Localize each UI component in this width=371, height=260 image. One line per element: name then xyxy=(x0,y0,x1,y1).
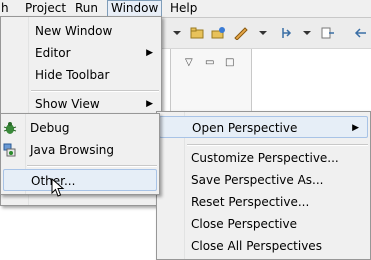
open-perspective-menu: Debug Java Browsing Other... xyxy=(0,113,160,195)
menu-item-save-perspective-as[interactable]: Save Perspective As... xyxy=(157,169,370,191)
menu-help[interactable]: Help xyxy=(167,0,200,17)
dropdown-arrow-icon[interactable] xyxy=(300,26,316,40)
menu-item-customize-perspective[interactable]: Customize Perspective... xyxy=(157,147,370,169)
menu-item-debug[interactable]: Debug xyxy=(1,117,159,139)
debug-icon xyxy=(3,122,17,134)
perspective-menu: Open Perspective ▶ Customize Perspective… xyxy=(156,111,371,260)
menu-item-reset-perspective[interactable]: Reset Perspective... xyxy=(157,191,370,213)
open-type-icon[interactable] xyxy=(210,26,226,40)
dropdown-arrow-icon[interactable] xyxy=(170,26,186,40)
prev-annotation-icon[interactable] xyxy=(320,26,336,40)
menu-project[interactable]: Project xyxy=(22,0,69,17)
menu-item-close-all-perspectives[interactable]: Close All Perspectives xyxy=(157,235,370,257)
view-menu-icon[interactable]: ▽ xyxy=(185,57,193,68)
java-browsing-icon xyxy=(3,143,16,157)
pen-tool-icon[interactable] xyxy=(233,26,249,40)
menu-separator xyxy=(27,165,157,167)
menu-separator xyxy=(31,90,159,92)
submenu-arrow-icon: ▶ xyxy=(146,48,153,58)
menu-item-editor[interactable]: Editor ▶ xyxy=(1,42,161,64)
menu-run[interactable]: Run xyxy=(72,0,101,17)
submenu-arrow-icon: ▶ xyxy=(352,123,359,133)
menu-search[interactable]: h xyxy=(0,0,12,17)
menu-item-other[interactable]: Other... xyxy=(3,169,157,191)
submenu-arrow-icon: ▶ xyxy=(146,99,153,109)
menu-item-show-view[interactable]: Show View ▶ xyxy=(1,93,161,115)
open-folder-icon[interactable] xyxy=(190,26,206,40)
mouse-cursor-icon xyxy=(51,178,65,197)
minimize-icon[interactable]: ▭ xyxy=(205,57,214,68)
menu-item-new-window[interactable]: New Window xyxy=(1,20,161,42)
menu-window[interactable]: Window xyxy=(107,0,163,17)
back-icon[interactable] xyxy=(352,26,368,40)
menu-separator xyxy=(187,144,368,146)
menu-item-java-browsing[interactable]: Java Browsing xyxy=(1,139,159,161)
menu-item-open-perspective[interactable]: Open Perspective ▶ xyxy=(159,116,368,138)
maximize-icon[interactable]: □ xyxy=(225,57,234,68)
dropdown-arrow-icon[interactable] xyxy=(256,26,272,40)
menu-item-close-perspective[interactable]: Close Perspective xyxy=(157,213,370,235)
menu-item-hide-toolbar[interactable]: Hide Toolbar xyxy=(1,64,161,86)
next-annotation-icon[interactable] xyxy=(280,26,296,40)
